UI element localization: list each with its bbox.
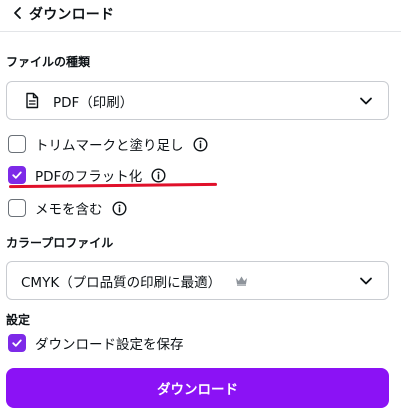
checkmark-icon [12,171,22,179]
file-type-value: PDF（印刷） [53,94,134,111]
panel-header: ダウンロード [0,0,401,31]
trim-marks-label: トリムマークと塗り足し [35,138,184,154]
back-button[interactable] [8,3,28,23]
settings-label: 設定 [6,313,31,327]
chevron-left-icon [14,7,21,19]
checkmark-icon [12,339,22,347]
flatten-pdf-label: PDFのフラット化 [35,169,143,185]
include-notes-checkbox[interactable] [8,199,26,217]
info-icon[interactable] [111,200,127,216]
include-notes-option[interactable]: メモを含む [8,197,127,219]
chevron-down-icon [360,277,372,285]
document-icon [26,92,39,109]
color-profile-label: カラープロファイル [6,236,114,250]
trim-marks-checkbox[interactable] [8,135,26,153]
download-button[interactable]: ダウンロード [6,368,389,408]
flatten-pdf-checkbox[interactable] [8,166,26,184]
file-type-select[interactable]: PDF（印刷） [6,81,389,120]
header-divider [0,31,401,32]
info-icon[interactable] [151,167,166,183]
save-settings-label: ダウンロード設定を保存 [35,337,184,353]
crown-icon [236,276,248,286]
trim-marks-option[interactable]: トリムマークと塗り足し [8,133,208,155]
save-settings-option[interactable]: ダウンロード設定を保存 [8,332,184,354]
save-settings-checkbox[interactable] [8,334,26,352]
color-profile-select[interactable]: CMYK（プロ品質の印刷に最適） [6,261,389,300]
chevron-down-icon [360,97,372,105]
page-title: ダウンロード [29,7,115,23]
include-notes-label: メモを含む [35,202,103,218]
file-type-label: ファイルの種類 [6,55,91,69]
info-icon[interactable] [192,136,208,152]
color-profile-value: CMYK（プロ品質の印刷に最適） [21,274,222,291]
